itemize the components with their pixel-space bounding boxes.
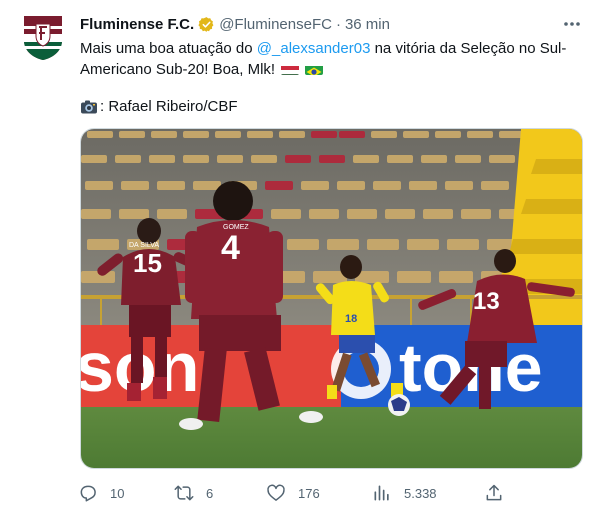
author-handle[interactable]: @FluminenseFC [219,16,332,33]
jersey-name-da-silva: DA SILVA [129,242,159,249]
tweet-text-before: Mais uma boa atuação do [80,40,257,57]
views-icon [374,485,389,501]
like-icon [267,484,285,501]
mention-link[interactable]: @_alexsander03 [257,40,371,57]
tweet-photo[interactable]: son tone 15 DA SILVA [80,128,583,469]
like-count: 176 [298,485,320,501]
football-match-photo: son tone 15 DA SILVA [81,129,582,468]
share-button[interactable] [484,482,516,504]
reply-icon [80,485,96,502]
more-icon[interactable] [562,16,582,32]
verified-icon [198,16,215,33]
like-button[interactable]: 176 [266,482,320,504]
share-icon [486,484,502,501]
brazil-flag-icon [305,63,324,75]
views-button[interactable]: 5.338 [372,482,437,504]
retweet-icon [174,485,194,501]
jersey-name-gomez: GOMEZ [223,224,249,231]
tweet-header: Fluminense F.C. @FluminenseFC · 36 min [80,14,390,34]
retweet-button[interactable]: 6 [174,482,213,504]
jersey-number-4: 4 [221,229,240,267]
author-name[interactable]: Fluminense F.C. [80,16,194,33]
jersey-number-13: 13 [473,288,500,315]
fluminense-crest-icon [18,12,68,62]
reply-count: 10 [110,485,125,501]
jersey-number-15: 15 [133,248,162,278]
photo-credit: : Rafael Ribeiro/CBF [80,96,238,117]
jersey-number-18: 18 [345,313,357,325]
photo-credit-text: : Rafael Ribeiro/CBF [100,98,238,115]
tweet-text: Mais uma boa atuação do @_alexsander03 n… [80,38,580,80]
hungary-flag-icon [281,63,300,75]
views-count: 5.338 [404,485,437,501]
separator: · [335,15,341,33]
reply-button[interactable]: 10 [78,482,124,504]
tweet-time[interactable]: 36 min [345,16,390,33]
retweet-count: 6 [206,485,214,501]
camera-icon [80,99,98,115]
action-bar: 10 6 176 5.338 [78,482,598,504]
avatar[interactable] [18,12,68,62]
tweet-card[interactable]: Fluminense F.C. @FluminenseFC · 36 min M… [0,0,600,516]
